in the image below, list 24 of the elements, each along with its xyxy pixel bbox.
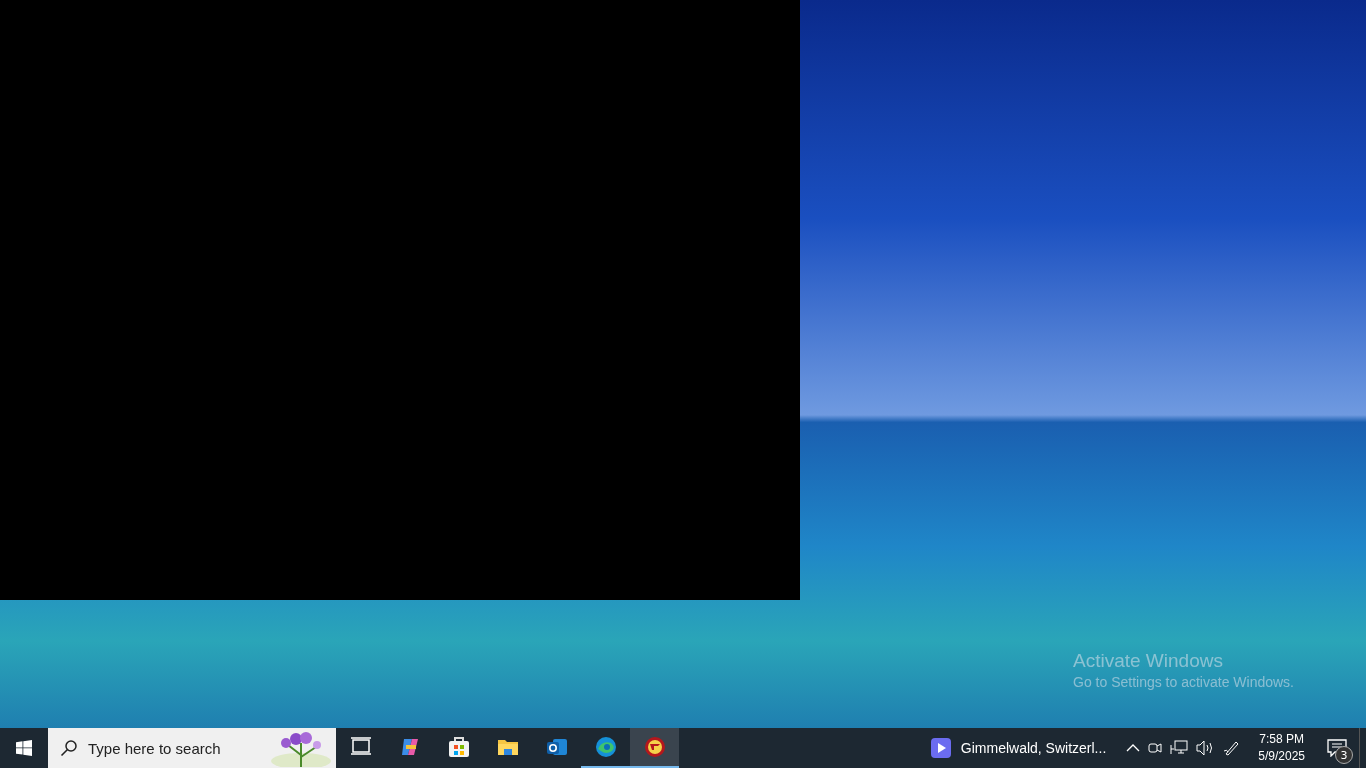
clock-time: 7:58 PM (1259, 731, 1304, 748)
search-field[interactable]: Type here to search (86, 738, 250, 758)
activation-title: Activate Windows (1073, 650, 1224, 672)
media-title: Gimmelwald, Switzerl... (960, 740, 1107, 756)
browser-swirl-icon (593, 735, 618, 759)
chat-bubble-icon (1327, 739, 1347, 757)
pen-icon[interactable] (1222, 739, 1241, 757)
notifications-button[interactable]: 3 (1315, 728, 1359, 768)
search-icon (60, 739, 78, 757)
volume-icon[interactable] (1196, 740, 1215, 756)
game-logo-icon (642, 735, 667, 759)
shopping-bag-icon (446, 735, 471, 759)
chevron-up-icon[interactable] (1126, 743, 1141, 753)
taskbar-app-button[interactable] (630, 728, 679, 768)
camera-icon[interactable] (1148, 740, 1163, 756)
media-widget[interactable]: Gimmelwald, Switzerl... (918, 728, 1119, 768)
clock-date: 5/9/2025 (1258, 748, 1305, 765)
network-icon[interactable] (1170, 740, 1189, 756)
notification-count: 3 (1335, 746, 1353, 764)
play-icon (930, 738, 951, 758)
activation-text: Go to Settings to activate Windows. (1073, 674, 1294, 690)
clock[interactable]: 7:58 PM 5/9/2025 (1248, 731, 1315, 765)
search-field[interactable]: Type here to search (48, 728, 336, 768)
windows-logo-icon (16, 740, 32, 756)
